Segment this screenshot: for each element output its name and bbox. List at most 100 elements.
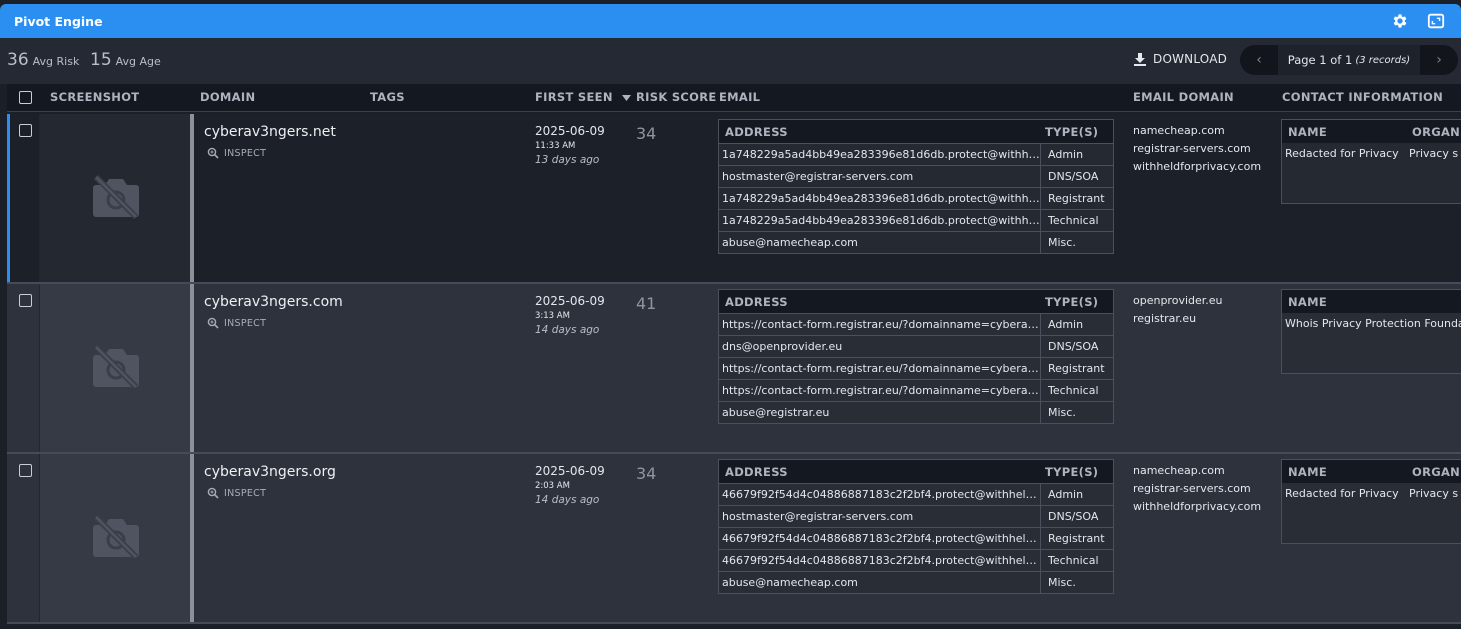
contact-name-header: NAME <box>1288 465 1328 479</box>
email-row: 46679f92f54d4c04886887183c2f2bf4.protect… <box>719 549 1113 571</box>
email-address-cell: https://contact-form.registrar.eu/?domai… <box>719 358 1041 379</box>
contact-name: Redacted for Privacy <box>1285 487 1399 500</box>
email-address[interactable]: https://contact-form.registrar.eu/?domai… <box>722 384 1040 397</box>
email-address[interactable]: abuse@registrar.eu <box>722 406 829 419</box>
email-type: Registrant <box>1048 532 1105 545</box>
email-address[interactable]: 46679f92f54d4c04886887183c2f2bf4.protect… <box>722 554 1040 567</box>
download-button[interactable]: DOWNLOAD <box>1133 52 1227 66</box>
col-first-seen-label: FIRST SEEN <box>535 90 613 104</box>
col-screenshot[interactable]: SCREENSHOT <box>50 90 139 104</box>
col-domain[interactable]: DOMAIN <box>200 90 255 104</box>
download-label: DOWNLOAD <box>1153 52 1228 66</box>
email-address-cell: 46679f92f54d4c04886887183c2f2bf4.protect… <box>719 550 1041 571</box>
email-types-header: TYPE(S) <box>1045 124 1099 139</box>
email-domain[interactable]: withheldforprivacy.com <box>1133 498 1261 516</box>
email-domain[interactable]: openprovider.eu <box>1133 292 1223 310</box>
email-domain[interactable]: registrar-servers.com <box>1133 480 1261 498</box>
column-divider <box>190 454 194 622</box>
email-address[interactable]: 1a748229a5ad4bb49ea283396e81d6db.protect… <box>722 214 1040 227</box>
email-address[interactable]: 46679f92f54d4c04886887183c2f2bf4.protect… <box>722 488 1040 501</box>
col-contact-information[interactable]: CONTACT INFORMATION <box>1282 90 1443 104</box>
column-divider <box>190 284 194 452</box>
email-type: Admin <box>1048 148 1084 161</box>
email-domain[interactable]: namecheap.com <box>1133 462 1261 480</box>
email-table: ADDRESS TYPE(S) 1a748229a5ad4bb49ea28339… <box>718 119 1114 254</box>
col-email[interactable]: EMAIL <box>719 90 760 104</box>
chevron-left-icon[interactable]: ‹ <box>1240 45 1278 75</box>
email-address[interactable]: https://contact-form.registrar.eu/?domai… <box>722 318 1040 331</box>
email-address[interactable]: 46679f92f54d4c04886887183c2f2bf4.protect… <box>722 532 1040 545</box>
column-divider <box>190 114 194 282</box>
first-seen-time: 11:33 AM <box>535 141 576 151</box>
col-first-seen[interactable]: FIRST SEEN <box>535 90 632 104</box>
email-address[interactable]: dns@openprovider.eu <box>722 340 842 353</box>
email-address[interactable]: hostmaster@registrar-servers.com <box>722 510 913 523</box>
inspect-link[interactable]: INSPECT <box>207 147 266 159</box>
risk-score: 34 <box>636 464 657 483</box>
select-all-checkbox[interactable] <box>19 91 32 104</box>
col-email-domain[interactable]: EMAIL DOMAIN <box>1133 90 1234 104</box>
email-address[interactable]: https://contact-form.registrar.eu/?domai… <box>722 362 1040 375</box>
email-types-header: TYPE(S) <box>1045 294 1099 309</box>
magnifier-icon <box>207 317 219 329</box>
camera-off-icon <box>93 344 139 390</box>
email-domain[interactable]: registrar-servers.com <box>1133 140 1261 158</box>
email-row: hostmaster@registrar-servers.com DNS/SOA <box>719 165 1113 187</box>
domain-name[interactable]: cyberav3ngers.net <box>204 124 336 140</box>
records-count: (3 records) <box>1355 54 1411 66</box>
row-checkbox[interactable] <box>19 294 32 307</box>
email-row: https://contact-form.registrar.eu/?domai… <box>719 357 1113 379</box>
email-domain[interactable]: registrar.eu <box>1133 310 1223 328</box>
email-address[interactable]: 1a748229a5ad4bb49ea283396e81d6db.protect… <box>722 148 1040 161</box>
email-domain[interactable]: namecheap.com <box>1133 122 1261 140</box>
email-address-header: ADDRESS <box>725 294 788 309</box>
contact-name-header: NAME <box>1288 295 1328 309</box>
contact-organization: Privacy s <box>1409 487 1459 500</box>
email-address-cell: 1a748229a5ad4bb49ea283396e81d6db.protect… <box>719 188 1041 209</box>
table-row[interactable]: cyberav3ngers.org INSPECT 2025-06-09 2:0… <box>7 454 1461 624</box>
inspect-link[interactable]: INSPECT <box>207 487 266 499</box>
row-checkbox[interactable] <box>19 124 32 137</box>
col-risk-score[interactable]: RISK SCORE <box>636 90 717 104</box>
screenshot-placeholder <box>39 114 191 282</box>
email-domain-list: namecheap.com registrar-servers.com withhe… <box>1133 122 1261 176</box>
email-address-cell: 1a748229a5ad4bb49ea283396e81d6db.protect… <box>719 210 1041 231</box>
avg-age-value: 15 <box>90 50 112 70</box>
email-type: Misc. <box>1048 576 1076 589</box>
download-icon <box>1134 53 1146 66</box>
email-address[interactable]: hostmaster@registrar-servers.com <box>722 170 913 183</box>
email-row: 1a748229a5ad4bb49ea283396e81d6db.protect… <box>719 209 1113 231</box>
email-address-header: ADDRESS <box>725 464 788 479</box>
domain-name[interactable]: cyberav3ngers.org <box>204 464 336 480</box>
email-domain[interactable]: withheldforprivacy.com <box>1133 158 1261 176</box>
email-row: abuse@namecheap.com Misc. <box>719 231 1113 253</box>
sort-down-icon <box>622 94 632 101</box>
avg-age-stat: 15 Avg Age <box>90 50 161 70</box>
first-seen-time: 3:13 AM <box>535 311 570 321</box>
col-tags[interactable]: TAGS <box>370 90 405 104</box>
page-text: Page 1 of 1 <box>1287 53 1353 67</box>
camera-off-icon <box>93 174 139 220</box>
inspect-link[interactable]: INSPECT <box>207 317 266 329</box>
first-seen-ago: 14 days ago <box>535 494 600 506</box>
table-row[interactable]: cyberav3ngers.net INSPECT 2025-06-09 11:… <box>7 114 1461 284</box>
email-address[interactable]: abuse@namecheap.com <box>722 576 858 589</box>
email-type: Registrant <box>1048 192 1105 205</box>
avg-risk-value: 36 <box>7 50 29 70</box>
table-row[interactable]: cyberav3ngers.com INSPECT 2025-06-09 3:1… <box>7 284 1461 454</box>
email-address[interactable]: 1a748229a5ad4bb49ea283396e81d6db.protect… <box>722 192 1040 205</box>
email-address-cell: 46679f92f54d4c04886887183c2f2bf4.protect… <box>719 484 1041 505</box>
contact-name: Whois Privacy Protection Foundation <box>1285 317 1461 330</box>
maximize-icon[interactable] <box>1425 10 1447 32</box>
email-address[interactable]: abuse@namecheap.com <box>722 236 858 249</box>
contact-table-header: NAME <box>1282 290 1461 313</box>
email-row: hostmaster@registrar-servers.com DNS/SOA <box>719 505 1113 527</box>
row-checkbox[interactable] <box>19 464 32 477</box>
magnifier-icon <box>207 147 219 159</box>
contact-row: Redacted for Privacy Privacy s <box>1282 483 1461 505</box>
gear-icon[interactable] <box>1389 10 1411 32</box>
domain-name[interactable]: cyberav3ngers.com <box>204 294 343 310</box>
contact-org-header: ORGAN <box>1412 465 1461 479</box>
chevron-right-icon[interactable]: › <box>1420 45 1458 75</box>
first-seen-time: 2:03 AM <box>535 481 570 491</box>
